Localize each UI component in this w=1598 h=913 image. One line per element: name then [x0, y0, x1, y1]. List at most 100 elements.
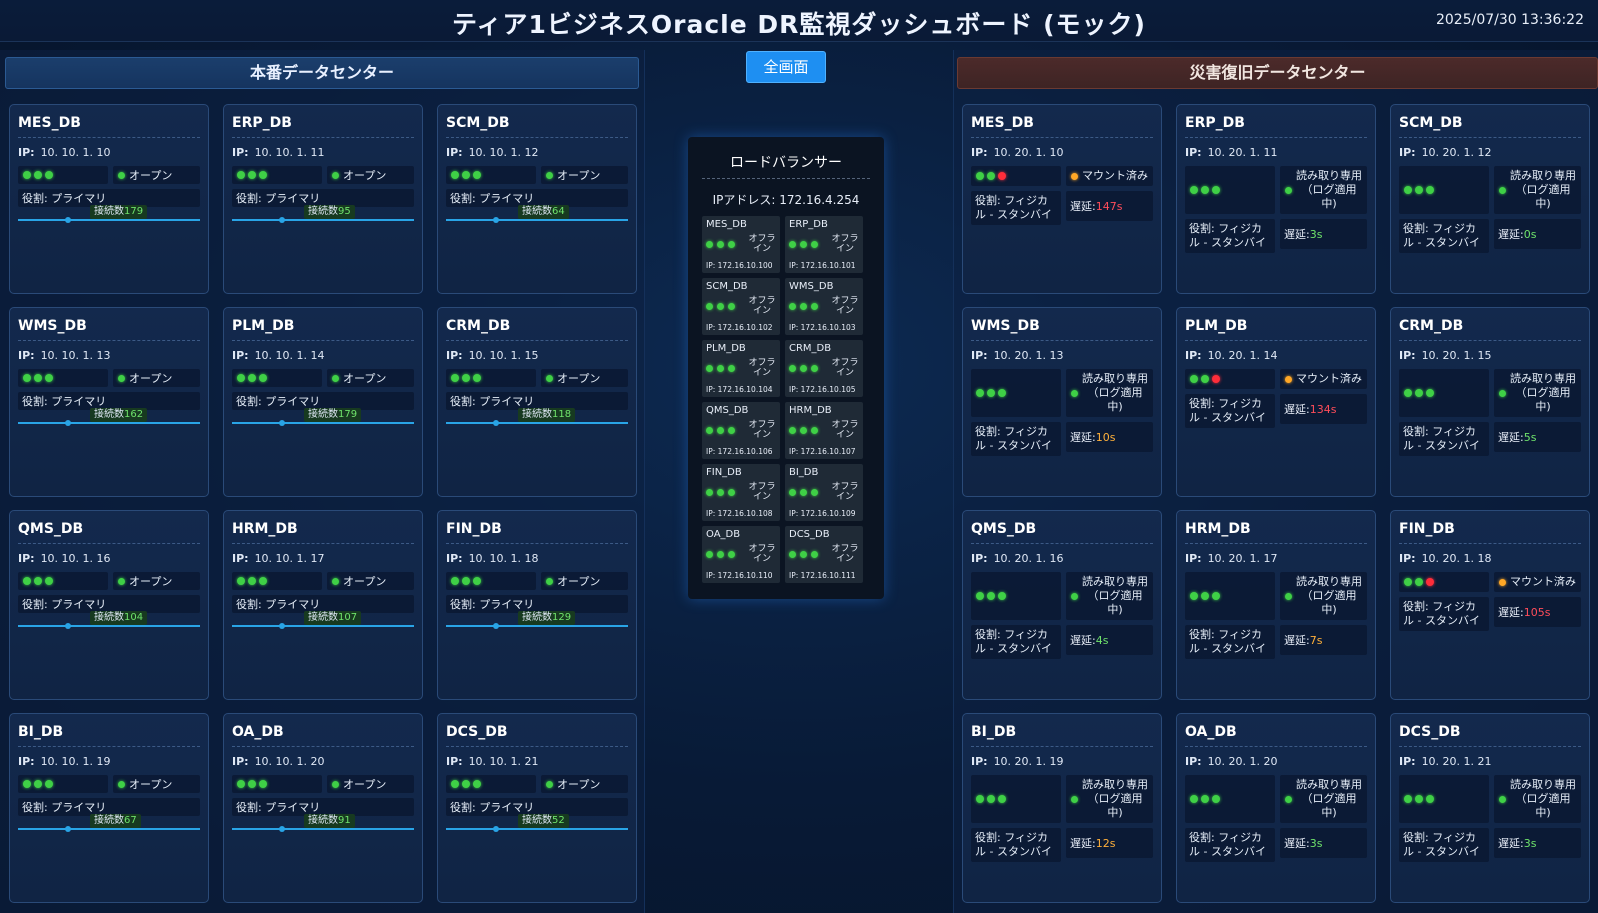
- dr-db-card[interactable]: PLM_DB IP: 10. 20. 1. 14 マウント済み 役割: フィジカル - …: [1176, 307, 1376, 497]
- status-light-icon: [451, 171, 459, 179]
- status-light-icon: [1190, 186, 1198, 194]
- status-light-icon: [789, 303, 796, 310]
- lb-backend-item[interactable]: OA_DB オフライン IP: 172.16.10.110: [702, 526, 780, 583]
- connection-value: 179: [124, 206, 144, 217]
- role-lag-row: 役割: フィジカル - スタンバイ 遅延: 4s: [971, 625, 1153, 659]
- ip-value: 10. 10. 1. 12: [468, 146, 539, 159]
- dr-db-card[interactable]: CRM_DB IP: 10. 20. 1. 15 読み取り専用（ログ適用中) 役割: フ…: [1390, 307, 1590, 497]
- role-lag-row: 役割: フィジカル - スタンバイ 遅延: 147s: [971, 191, 1153, 225]
- status-light-icon: [717, 427, 724, 434]
- status-light-icon: [800, 241, 807, 248]
- connection-count: 接続数107: [304, 611, 362, 625]
- status-light-icon: [259, 577, 267, 585]
- db-ip: IP: 10. 10. 1. 18: [446, 552, 628, 565]
- lb-backend-name: PLM_DB: [706, 343, 746, 354]
- db-ip: IP: 10. 10. 1. 11: [232, 146, 414, 159]
- dr-db-card[interactable]: WMS_DB IP: 10. 20. 1. 13 読み取り専用（ログ適用中) 役割: フ…: [962, 307, 1162, 497]
- status-row: オープン: [18, 166, 200, 184]
- status-light-icon: [462, 577, 470, 585]
- dr-db-card[interactable]: HRM_DB IP: 10. 20. 1. 17 読み取り専用（ログ適用中) 役割: フ…: [1176, 510, 1376, 700]
- lb-backend-item[interactable]: BI_DB オフライン IP: 172.16.10.109: [785, 464, 863, 521]
- dr-db-card[interactable]: SCM_DB IP: 10. 20. 1. 12 読み取り専用（ログ適用中) 役割: フ…: [1390, 104, 1590, 294]
- lb-backend-item[interactable]: HRM_DB オフライン IP: 172.16.10.107: [785, 402, 863, 459]
- prod-db-card[interactable]: HRM_DB IP: 10. 10. 1. 17 オープン 役割: プライマリ 接続数10…: [223, 510, 423, 700]
- replication-lag: 遅延: 0s: [1494, 219, 1581, 249]
- open-status: オープン: [327, 166, 414, 184]
- status-light-icon: [789, 365, 796, 372]
- lb-backend-item[interactable]: PLM_DB オフライン IP: 172.16.10.104: [702, 340, 780, 397]
- lb-backend-item[interactable]: QMS_DB オフライン IP: 172.16.10.106: [702, 402, 780, 459]
- prod-db-card[interactable]: FIN_DB IP: 10. 10. 1. 18 オープン 役割: プライマリ 接続数12…: [437, 510, 637, 700]
- lb-backend-item[interactable]: WMS_DB オフライン IP: 172.16.10.103: [785, 278, 863, 335]
- open-status-text: オープン: [343, 575, 387, 588]
- dr-db-card[interactable]: BI_DB IP: 10. 20. 1. 19 読み取り専用（ログ適用中) 役割: フィ…: [962, 713, 1162, 903]
- status-light-icon: [976, 592, 984, 600]
- connection-label: 接続数: [94, 612, 124, 623]
- status-lights: [23, 374, 53, 382]
- connection-count: 接続数52: [518, 814, 569, 828]
- status-light-icon: [237, 374, 245, 382]
- status-lights-box: [18, 166, 108, 184]
- standby-status: 読み取り専用（ログ適用中): [1066, 572, 1153, 620]
- lb-backend-status: オフライン: [831, 420, 859, 440]
- prod-db-card[interactable]: SCM_DB IP: 10. 10. 1. 12 オープン 役割: プライマリ 接続数64: [437, 104, 637, 294]
- prod-db-card[interactable]: WMS_DB IP: 10. 10. 1. 13 オープン 役割: プライマリ 接続数16…: [9, 307, 209, 497]
- lb-backend-item[interactable]: DCS_DB オフライン IP: 172.16.10.111: [785, 526, 863, 583]
- ip-label: IP:: [446, 349, 463, 362]
- status-light-icon: [811, 489, 818, 496]
- lb-backend-item[interactable]: CRM_DB オフライン IP: 172.16.10.105: [785, 340, 863, 397]
- ip-label: IP:: [232, 755, 249, 768]
- lb-backend-item[interactable]: MES_DB オフライン IP: 172.16.10.100: [702, 216, 780, 273]
- status-row: 読み取り専用（ログ適用中): [1185, 572, 1367, 620]
- db-name: QMS_DB: [971, 519, 1153, 544]
- prod-db-card[interactable]: QMS_DB IP: 10. 10. 1. 16 オープン 役割: プライマリ 接続数10…: [9, 510, 209, 700]
- prod-db-card[interactable]: DCS_DB IP: 10. 10. 1. 21 オープン 役割: プライマリ 接続数52: [437, 713, 637, 903]
- status-lights: [789, 365, 818, 372]
- db-ip: IP: 10. 20. 1. 20: [1185, 755, 1367, 768]
- fullscreen-button[interactable]: 全画面: [746, 51, 826, 83]
- prod-db-card[interactable]: ERP_DB IP: 10. 10. 1. 11 オープン 役割: プライマリ 接続数95: [223, 104, 423, 294]
- connection-meter: 接続数104: [18, 611, 200, 629]
- ip-label: IP:: [18, 755, 35, 768]
- connection-line: [232, 625, 414, 627]
- dr-db-card[interactable]: DCS_DB IP: 10. 20. 1. 21 読み取り専用（ログ適用中) 役割: フ…: [1390, 713, 1590, 903]
- lb-backend-item[interactable]: ERP_DB オフライン IP: 172.16.10.101: [785, 216, 863, 273]
- prod-db-card[interactable]: OA_DB IP: 10. 10. 1. 20 オープン 役割: プライマリ 接続数91: [223, 713, 423, 903]
- open-status-icon: [118, 171, 125, 179]
- connection-label: 接続数: [522, 612, 552, 623]
- lb-backend-item[interactable]: SCM_DB オフライン IP: 172.16.10.102: [702, 278, 780, 335]
- ip-value: 10. 20. 1. 21: [1421, 755, 1492, 768]
- standby-status: マウント済み: [1280, 369, 1367, 389]
- dr-db-card[interactable]: QMS_DB IP: 10. 20. 1. 16 読み取り専用（ログ適用中) 役割: フ…: [962, 510, 1162, 700]
- prod-db-card[interactable]: CRM_DB IP: 10. 10. 1. 15 オープン 役割: プライマリ 接続数11…: [437, 307, 637, 497]
- db-ip: IP: 10. 20. 1. 18: [1399, 552, 1581, 565]
- ip-label: IP:: [446, 552, 463, 565]
- status-light-icon: [1212, 375, 1220, 383]
- dr-db-card[interactable]: OA_DB IP: 10. 20. 1. 20 読み取り専用（ログ適用中) 役割: フィ…: [1176, 713, 1376, 903]
- status-light-icon: [800, 365, 807, 372]
- status-light-icon: [473, 374, 481, 382]
- connection-meter: 接続数91: [232, 814, 414, 832]
- ip-value: 10. 10. 1. 19: [40, 755, 111, 768]
- prod-db-card[interactable]: MES_DB IP: 10. 10. 1. 10 オープン 役割: プライマリ 接続数17…: [9, 104, 209, 294]
- db-name: CRM_DB: [1399, 316, 1581, 341]
- status-light-icon: [717, 365, 724, 372]
- connection-count: 接続数95: [304, 205, 355, 219]
- dr-db-card[interactable]: ERP_DB IP: 10. 20. 1. 11 読み取り専用（ログ適用中) 役割: フ…: [1176, 104, 1376, 294]
- role-lag-row: 役割: フィジカル - スタンバイ 遅延: 5s: [1399, 422, 1581, 456]
- standby-status-icon: [1071, 795, 1078, 803]
- status-light-icon: [23, 780, 31, 788]
- dr-db-card[interactable]: FIN_DB IP: 10. 20. 1. 18 マウント済み 役割: フィジカル - …: [1390, 510, 1590, 700]
- open-status: オープン: [541, 572, 628, 590]
- dr-db-card[interactable]: MES_DB IP: 10. 20. 1. 10 マウント済み 役割: フィジカル - …: [962, 104, 1162, 294]
- lb-backend-ip: IP: 172.16.10.103: [789, 323, 856, 332]
- status-light-icon: [259, 171, 267, 179]
- connection-meter: 接続数129: [446, 611, 628, 629]
- prod-db-card[interactable]: PLM_DB IP: 10. 10. 1. 14 オープン 役割: プライマリ 接続数17…: [223, 307, 423, 497]
- prod-db-card[interactable]: BI_DB IP: 10. 10. 1. 19 オープン 役割: プライマリ 接続数67: [9, 713, 209, 903]
- lb-backend-item[interactable]: FIN_DB オフライン IP: 172.16.10.108: [702, 464, 780, 521]
- status-light-icon: [811, 241, 818, 248]
- open-status-icon: [546, 577, 553, 585]
- status-light-icon: [987, 795, 995, 803]
- status-light-icon: [706, 303, 713, 310]
